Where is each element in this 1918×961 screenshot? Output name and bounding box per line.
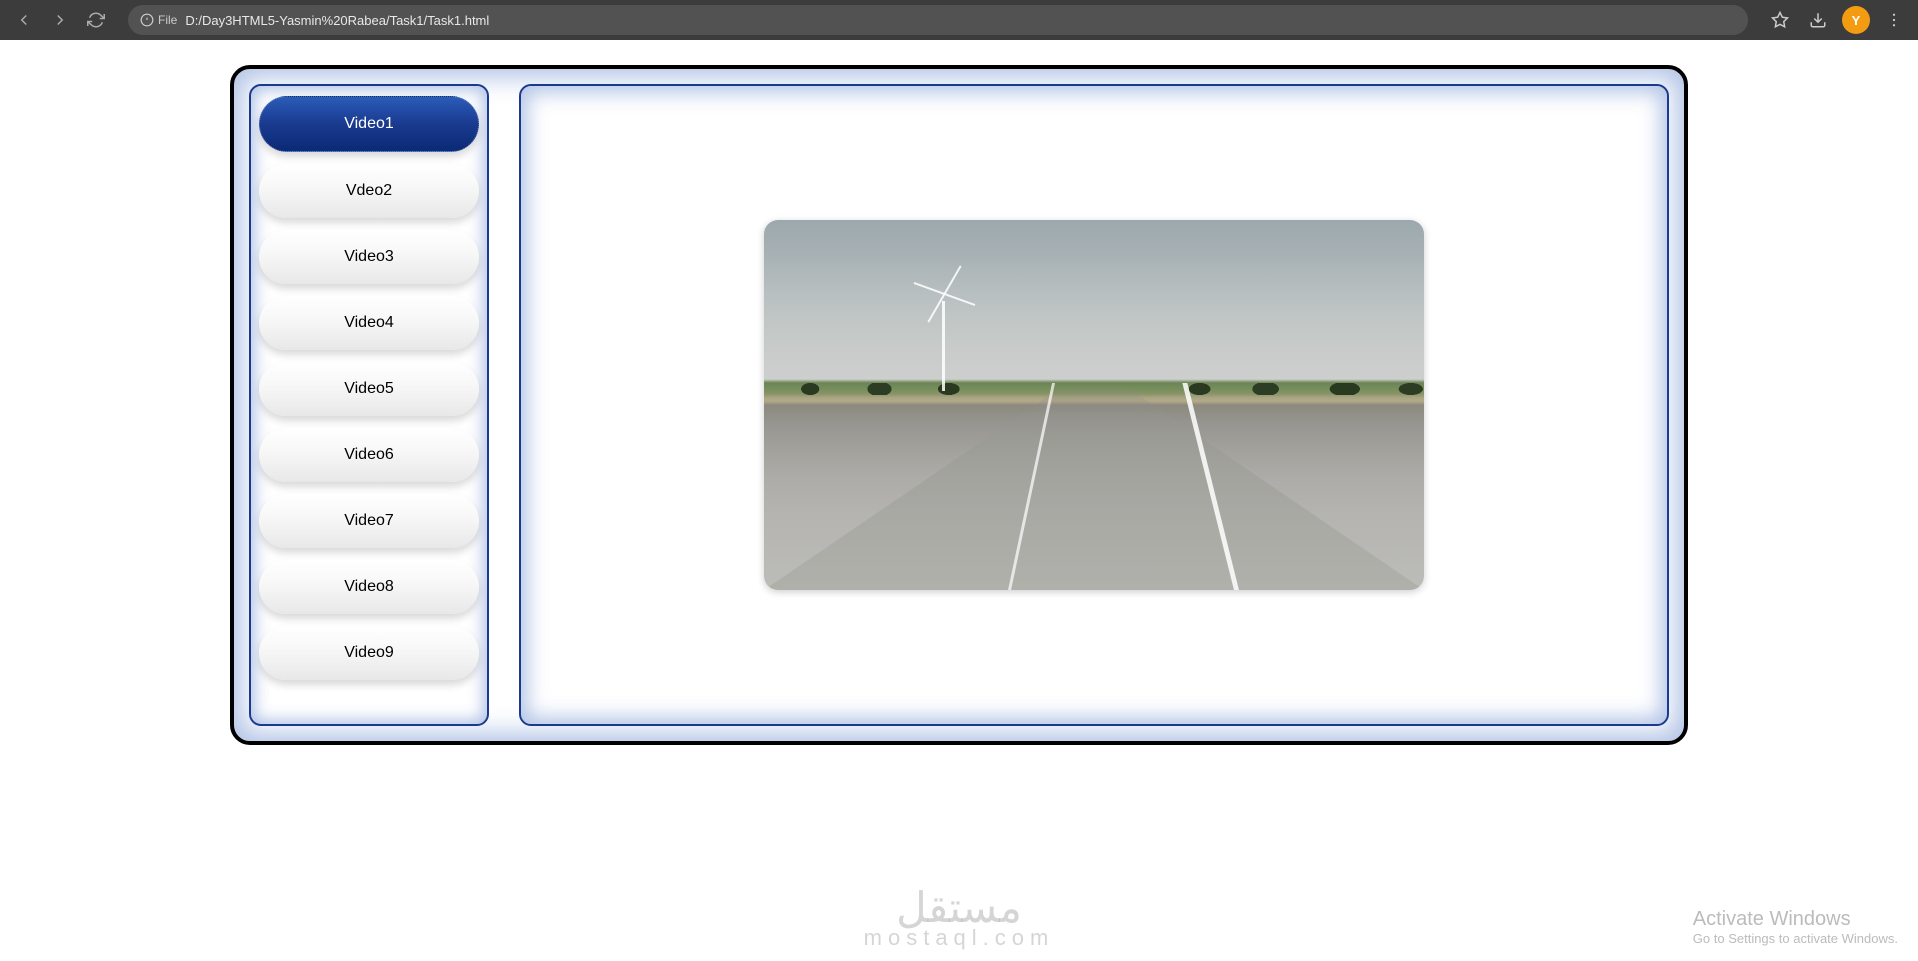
video-player[interactable] xyxy=(764,220,1424,590)
star-icon[interactable] xyxy=(1766,6,1794,34)
file-info-icon: File xyxy=(140,13,177,27)
video-label: Video3 xyxy=(344,248,394,265)
watermark-logo: مستقل xyxy=(864,891,1055,925)
back-button[interactable] xyxy=(10,6,38,34)
address-bar[interactable]: File D:/Day3HTML5-Yasmin%20Rabea/Task1/T… xyxy=(128,5,1748,35)
download-icon[interactable] xyxy=(1804,6,1832,34)
video-label: Video7 xyxy=(344,512,394,529)
toolbar-right: Y xyxy=(1766,6,1908,34)
video-label: Video9 xyxy=(344,644,394,661)
video-item-7[interactable]: Video7 xyxy=(259,494,479,548)
video-item-4[interactable]: Video4 xyxy=(259,296,479,350)
video-item-1[interactable]: Video1 xyxy=(259,96,479,152)
video-item-6[interactable]: Video6 xyxy=(259,428,479,482)
main-container: Video1 Vdeo2 Video3 Video4 Video5 Video6… xyxy=(230,65,1688,745)
video-item-5[interactable]: Video5 xyxy=(259,362,479,416)
activation-subtitle: Go to Settings to activate Windows. xyxy=(1693,931,1898,946)
scenery-road xyxy=(764,383,1424,590)
watermark: مستقل mostaql.com xyxy=(864,891,1055,951)
windows-activation-notice: Activate Windows Go to Settings to activ… xyxy=(1693,908,1898,946)
video-label: Video5 xyxy=(344,380,394,397)
watermark-text: mostaql.com xyxy=(864,925,1055,951)
scenery-windmill xyxy=(942,301,945,391)
browser-toolbar: File D:/Day3HTML5-Yasmin%20Rabea/Task1/T… xyxy=(0,0,1918,40)
menu-icon[interactable] xyxy=(1880,6,1908,34)
video-label: Video8 xyxy=(344,578,394,595)
file-label: File xyxy=(158,13,177,27)
forward-button[interactable] xyxy=(46,6,74,34)
video-item-3[interactable]: Video3 xyxy=(259,230,479,284)
video-area xyxy=(519,84,1669,726)
avatar[interactable]: Y xyxy=(1842,6,1870,34)
video-item-8[interactable]: Video8 xyxy=(259,560,479,614)
video-label: Video1 xyxy=(344,115,394,132)
page-content: Video1 Vdeo2 Video3 Video4 Video5 Video6… xyxy=(0,40,1918,961)
scenery-trees-left xyxy=(764,383,995,395)
url-text: D:/Day3HTML5-Yasmin%20Rabea/Task1/Task1.… xyxy=(185,13,489,28)
video-label: Video6 xyxy=(344,446,394,463)
video-label: Video4 xyxy=(344,314,394,331)
scenery-trees-right xyxy=(1160,383,1424,395)
activation-title: Activate Windows xyxy=(1693,908,1898,931)
video-item-9[interactable]: Video9 xyxy=(259,626,479,680)
video-sidebar[interactable]: Video1 Vdeo2 Video3 Video4 Video5 Video6… xyxy=(249,84,489,726)
video-item-2[interactable]: Vdeo2 xyxy=(259,164,479,218)
video-label: Vdeo2 xyxy=(346,182,392,199)
reload-button[interactable] xyxy=(82,6,110,34)
